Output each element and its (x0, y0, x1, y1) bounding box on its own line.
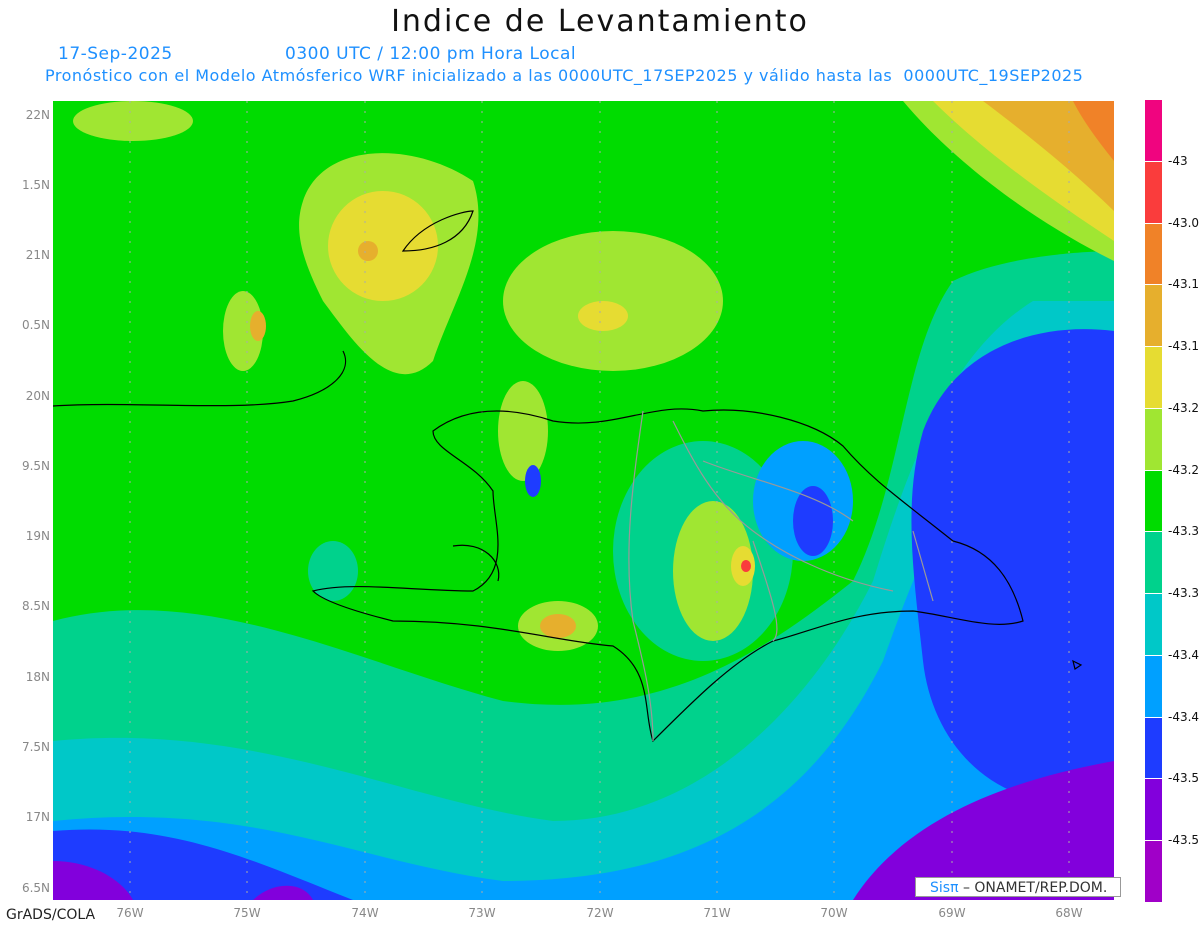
colorbar-bin (1145, 161, 1162, 223)
lat-label: 0.5N (21, 318, 50, 332)
colorbar-bin (1145, 100, 1162, 161)
forecast-note: Pronóstico con el Modelo Atmósferico WRF… (45, 66, 1084, 85)
colorbar-label: -43.4 (1168, 647, 1200, 662)
colorbar-label: -43 (1168, 153, 1188, 168)
colorbar-bin (1145, 841, 1162, 902)
time-label: 0300 UTC / 12:00 pm Hora Local (285, 44, 577, 64)
lat-label: 6.5N (21, 881, 50, 895)
colorbar-bin (1145, 717, 1162, 779)
lifted-index-map (53, 101, 1114, 900)
lat-label: 19N (25, 529, 50, 543)
colorbar-bin (1145, 779, 1162, 841)
lon-label: 68W (1055, 906, 1083, 920)
colorbar-bin (1145, 408, 1162, 470)
map-title: Indice de Levantamiento (391, 4, 809, 39)
colorbar-label: -43.2 (1168, 462, 1200, 477)
sispi-logo: Sisπ (930, 880, 959, 896)
colorbar-label: -43.1 (1168, 277, 1200, 292)
colorbar-label: -43.3 (1168, 586, 1200, 601)
lon-label: 74W (351, 906, 379, 920)
lat-label: 22N (25, 108, 50, 122)
lon-label: 70W (820, 906, 848, 920)
colorbar-bin (1145, 347, 1162, 408)
colorbar-bin (1145, 285, 1162, 347)
colorbar-label: -43.3 (1168, 524, 1200, 539)
lat-label: 18N (25, 670, 50, 684)
colorbar-label: -43.2 (1168, 400, 1200, 415)
lat-label: 9.5N (21, 459, 50, 473)
lat-label: 8.5N (21, 599, 50, 613)
lat-label: 17N (25, 810, 50, 824)
colorbar-label: -43.4 (1168, 709, 1200, 724)
lon-label: 75W (233, 906, 261, 920)
lat-label: 20N (25, 389, 50, 403)
lon-label: 69W (938, 906, 966, 920)
lat-label: 7.5N (21, 740, 50, 754)
credit-box: Sisπ – ONAMET/REP.DOM. (915, 877, 1121, 897)
date-label: 17-Sep-2025 (58, 44, 173, 64)
colorbar-label: -43.5 (1168, 771, 1200, 786)
lon-label: 71W (703, 906, 731, 920)
colorbar-bin (1145, 594, 1162, 655)
credit-text: – ONAMET/REP.DOM. (962, 880, 1108, 896)
lon-label: 72W (586, 906, 614, 920)
lat-label: 21N (25, 248, 50, 262)
colorbar-bin (1145, 655, 1162, 717)
colorbar-label: -43.0 (1168, 215, 1200, 230)
colorbar-label: -43.1 (1168, 339, 1200, 354)
grads-footer: GrADS/COLA (6, 907, 96, 923)
colorbar-bin (1145, 470, 1162, 532)
lon-label: 76W (116, 906, 144, 920)
colorbar-bin (1145, 532, 1162, 594)
colorbar-label: -43.5 (1168, 833, 1200, 848)
lon-label: 73W (468, 906, 496, 920)
lat-label: 1.5N (21, 178, 50, 192)
colorbar-bin (1145, 223, 1162, 285)
